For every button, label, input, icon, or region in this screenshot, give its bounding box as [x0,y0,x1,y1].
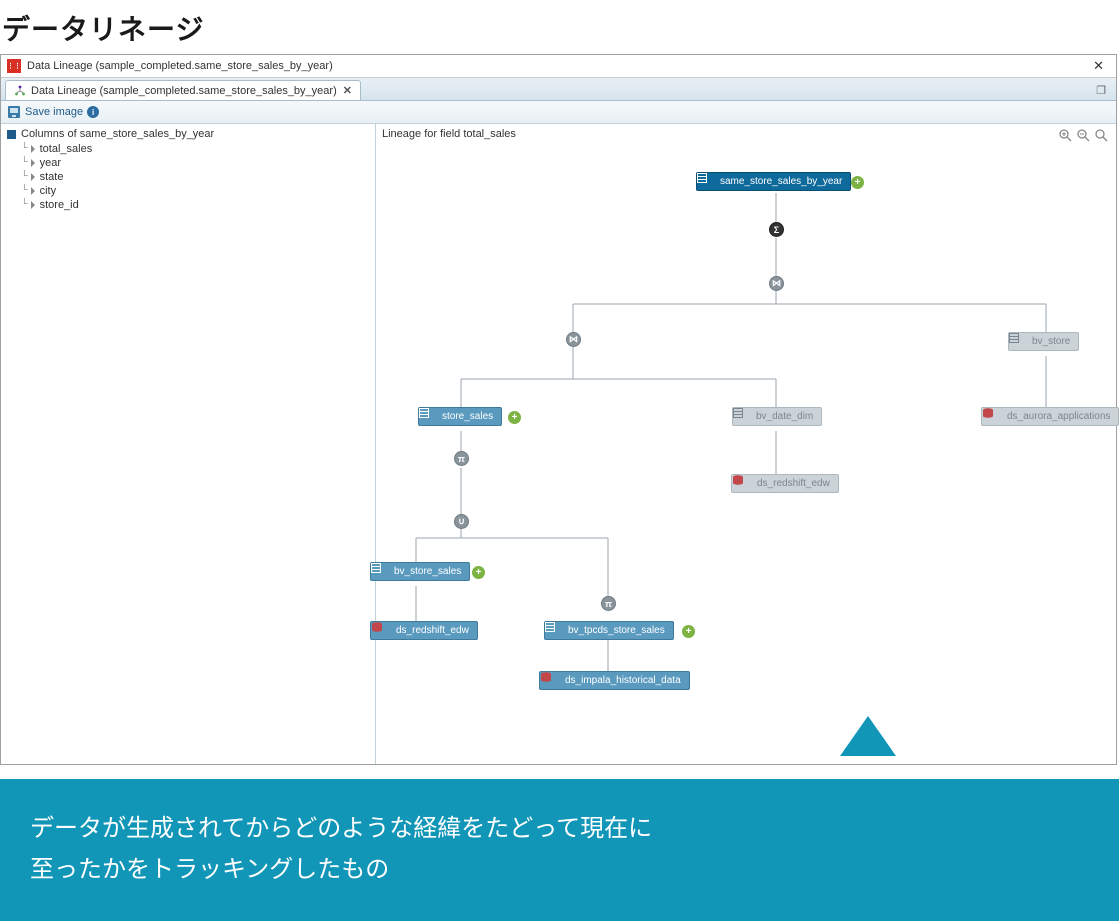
connector-lines [376,146,1116,766]
app-icon: ⋮⋮ [7,59,21,73]
tree-item-city[interactable]: └city [7,184,369,198]
lineage-tree-icon [14,85,26,97]
node-ds-redshift-edw-2[interactable]: ds_redshift_edw [370,621,478,640]
database-icon [379,625,391,636]
tree-root[interactable]: Columns of same_store_sales_by_year [7,128,369,140]
page-heading: データリネージ [2,8,1119,48]
expand-icon [31,145,35,153]
node-ds-impala-historical-data[interactable]: ds_impala_historical_data [539,671,690,690]
table-icon [1017,337,1027,347]
zoom-in-icon[interactable] [1058,128,1072,142]
callout-pointer [840,716,896,756]
expand-icon [31,173,35,181]
tree-root-label: Columns of same_store_sales_by_year [21,128,214,140]
op-union[interactable]: ∪ [454,514,469,529]
node-store-sales[interactable]: store_sales [418,407,502,426]
window-title: Data Lineage (sample_completed.same_stor… [27,60,1087,72]
op-join[interactable]: ⋈ [566,332,581,347]
table-icon [427,412,437,422]
columns-tree: Columns of same_store_sales_by_year └tot… [1,124,376,764]
database-icon [548,675,560,686]
table-icon [553,626,563,636]
info-icon[interactable]: i [87,106,99,118]
canvas-title: Lineage for field total_sales [376,124,1116,144]
table-icon [741,412,751,422]
expand-icon [31,187,35,195]
window-close-button[interactable]: ✕ [1087,58,1110,74]
tree-item-year[interactable]: └year [7,156,369,170]
node-bv-date-dim[interactable]: bv_date_dim [732,407,822,426]
tab-label: Data Lineage (sample_completed.same_stor… [31,85,337,97]
toolbar: Save image i [1,101,1116,124]
op-join[interactable]: ⋈ [769,276,784,291]
database-icon [740,478,752,489]
callout-line2: 至ったかをトラッキングしたもの [30,850,1089,891]
save-image-label: Save image [25,106,83,118]
expand-badge[interactable]: + [851,176,864,189]
node-ds-aurora-applications[interactable]: ds_aurora_applications [981,407,1119,426]
titlebar: ⋮⋮ Data Lineage (sample_completed.same_s… [1,55,1116,78]
expand-badge[interactable]: + [508,411,521,424]
expand-badge[interactable]: + [682,625,695,638]
workspace: Columns of same_store_sales_by_year └tot… [1,124,1116,764]
tree-item-state[interactable]: └state [7,170,369,184]
expand-badge[interactable]: + [472,566,485,579]
app-window: ⋮⋮ Data Lineage (sample_completed.same_s… [0,54,1117,765]
tree-item-store-id[interactable]: └store_id [7,198,369,212]
expand-icon [31,159,35,167]
table-icon [379,567,389,577]
expand-icon [31,201,35,209]
lineage-canvas[interactable]: Lineage for field total_sales [376,124,1116,764]
zoom-out-icon[interactable] [1076,128,1090,142]
columns-icon [7,130,16,139]
op-pi[interactable]: π [601,596,616,611]
callout-line1: データが生成されてからどのような経緯をたどって現在に [30,809,1089,850]
save-image-icon [7,105,21,119]
lineage-diagram: same_store_sales_by_year + Σ ⋈ ⋈ bv_stor… [376,146,1116,764]
tab-restore-icon[interactable]: ❐ [1090,81,1112,100]
tab-bar: Data Lineage (sample_completed.same_stor… [1,78,1116,101]
database-icon [990,411,1002,422]
save-image-button[interactable]: Save image i [7,105,99,119]
zoom-controls [1058,128,1108,142]
node-bv-store[interactable]: bv_store [1008,332,1079,351]
zoom-reset-icon[interactable] [1094,128,1108,142]
op-pi[interactable]: π [454,451,469,466]
node-bv-store-sales[interactable]: bv_store_sales [370,562,470,581]
tab-close-icon[interactable]: ✕ [343,84,352,97]
table-icon [705,177,715,187]
callout-box: データが生成されてからどのような経緯をたどって現在に 至ったかをトラッキングした… [0,779,1119,921]
node-bv-tpcds-store-sales[interactable]: bv_tpcds_store_sales [544,621,674,640]
node-same-store-sales-by-year[interactable]: same_store_sales_by_year [696,172,851,191]
tree-item-total-sales[interactable]: └total_sales [7,142,369,156]
op-sigma[interactable]: Σ [769,222,784,237]
tab-data-lineage[interactable]: Data Lineage (sample_completed.same_stor… [5,80,361,100]
node-ds-redshift-edw[interactable]: ds_redshift_edw [731,474,839,493]
